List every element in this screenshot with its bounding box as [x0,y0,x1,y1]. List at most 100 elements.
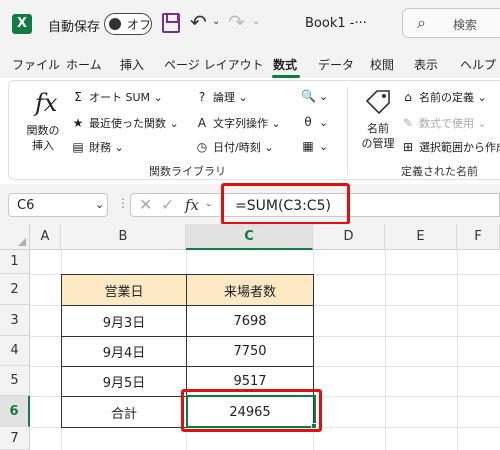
logical-button[interactable]: ? 論理 ⌄ [195,89,248,105]
total-cell-highlight-box [181,389,322,432]
search-icon: ⌕ [417,13,426,32]
row-header-2[interactable]: 2 [0,274,30,305]
column-header-f[interactable]: F [457,224,500,250]
insert-function-small-icon[interactable]: fx [185,196,199,214]
insert-function-label-1[interactable]: 関数の [25,123,61,138]
tab-data[interactable]: データ [318,56,354,73]
name-manager-label-2[interactable]: の管理 [355,136,401,151]
search-box[interactable]: ⌕ 検索 [402,8,500,38]
column-header-b[interactable]: B [61,224,186,250]
chevron-down-icon[interactable]: ⌄ [95,198,104,211]
create-from-selection-button[interactable]: ⊞ 選択範囲から作成 [401,139,500,155]
star-icon: ★ [72,116,84,130]
tab-formulas[interactable]: 数式 [273,56,297,73]
use-in-formula-icon: ✎ [402,116,414,130]
tab-home[interactable]: ホーム [66,56,102,73]
clock-icon: ◷ [196,140,208,154]
tab-review[interactable]: 校閲 [370,56,394,73]
text-icon: A [197,116,207,130]
table-cell-date[interactable]: 9月4日 [61,336,187,367]
autosave-label: 自動保存 [48,20,101,35]
use-in-formula-button[interactable]: ✎ 数式で使用 ⌄ [401,115,487,131]
cancel-icon[interactable]: ✕ [139,195,152,214]
table-cell-count[interactable]: 7750 [186,336,314,367]
math-button[interactable]: θ ⌄ [301,115,328,129]
active-tab-indicator [272,75,300,78]
row-header-3[interactable]: 3 [0,305,30,336]
autosave-toggle[interactable]: オフ [104,13,152,35]
define-name-label: 名前の定義 [419,91,474,104]
use-in-formula-label: 数式で使用 [419,117,474,130]
table-cell-date[interactable]: 9月3日 [61,305,187,337]
formula-bar-grip-icon[interactable]: ⋮ [117,196,129,210]
undo-icon[interactable]: ↶ [190,10,207,34]
recent-functions-label: 最近使った関数 [89,117,166,130]
tag-icon: ⌂ [404,90,412,104]
lookup-button[interactable]: 🔍 ⌄ [301,89,328,103]
column-header-e[interactable]: E [385,224,457,250]
row-header-1[interactable]: 1 [0,250,30,274]
column-header-d[interactable]: D [313,224,385,250]
ribbon-tabs: ファイル ホーム 挿入 ページ レイアウト 数式 データ 校閲 表示 ヘルプ [0,48,500,78]
table-cell-date[interactable]: 9月5日 [61,366,187,397]
text-label: 文字列操作 [213,117,268,130]
undo-dropdown-icon[interactable]: ⌄ [212,16,220,27]
row-header-5[interactable]: 5 [0,366,30,396]
tab-insert[interactable]: 挿入 [120,56,144,73]
table-header-cell[interactable]: 来場者数 [186,274,314,306]
define-name-button[interactable]: ⌂ 名前の定義 ⌄ [401,89,487,105]
text-button[interactable]: A 文字列操作 ⌄ [195,115,281,131]
ribbon-panel: fx 関数の 挿入 Σ オート SUM ⌄ ★ 最近使った関数 ⌄ ▤ 財務 ⌄ ? 論… [8,80,500,180]
tab-page-layout[interactable]: ページ レイアウト [164,56,264,73]
math-icon: θ [304,115,312,129]
workbook-title[interactable]: Book1 -··· [305,16,367,31]
defined-names-group-label: 定義された名前 [401,165,478,178]
finance-icon: ▤ [72,140,84,154]
insert-function-icon[interactable]: fx [35,89,57,117]
column-header-a[interactable]: A [30,224,61,250]
datetime-button[interactable]: ◷ 日付/時刻 ⌄ [195,139,274,155]
enter-icon[interactable]: ✓ [161,195,174,214]
row-header-4[interactable]: 4 [0,336,30,366]
tab-file[interactable]: ファイル [12,56,60,73]
select-all-corner[interactable] [0,224,30,250]
title-bar: X 自動保存 オフ ↶ ⌄ ↷ ⌄ Book1 -··· ⌕ 検索 [0,0,500,48]
lookup-icon: 🔍 [301,89,316,103]
insert-function-label-2[interactable]: 挿入 [25,138,61,153]
fx-chevron-down-icon[interactable]: ⌄ [205,199,213,209]
tab-help[interactable]: ヘルプ [460,56,496,73]
name-box[interactable]: C6 ⌄ [8,193,108,217]
gridline [457,250,458,450]
save-icon[interactable] [162,13,180,33]
excel-logo-icon: X [12,14,32,34]
toggle-knob [109,18,121,30]
table-cell-total-label[interactable]: 合計 [61,396,187,428]
sigma-icon: Σ [74,90,82,104]
create-from-selection-icon: ⊞ [402,140,414,154]
name-box-value: C6 [17,198,35,213]
row-header-6[interactable]: 6 [0,396,30,427]
gridline [385,250,386,450]
table-header-cell[interactable]: 営業日 [61,274,187,306]
row-header-7[interactable]: 7 [0,427,30,450]
create-from-selection-label: 選択範囲から作成 [419,141,500,154]
name-manager-label-1[interactable]: 名前 [355,121,401,136]
more-functions-icon: ▦ [302,139,314,153]
autosum-label: オート SUM [89,91,151,104]
spreadsheet-grid[interactable]: A B C D E F 1 2 3 4 5 6 7 営業日 来場者数 9月3日 … [0,224,500,450]
logical-label: 論理 [213,91,235,104]
finance-button[interactable]: ▤ 財務 ⌄ [71,139,123,155]
autosave-state: オフ [127,18,152,32]
more-functions-button[interactable]: ▦ ⌄ [301,139,328,153]
table-cell-count[interactable]: 7698 [186,305,314,337]
recent-functions-button[interactable]: ★ 最近使った関数 ⌄ [71,115,179,131]
column-header-c[interactable]: C [186,224,313,250]
name-manager-icon[interactable] [363,87,393,117]
redo-icon[interactable]: ↷ [228,10,245,34]
redo-dropdown-icon[interactable]: ⌄ [252,16,260,27]
datetime-label: 日付/時刻 [213,141,261,154]
autosum-button[interactable]: Σ オート SUM ⌄ [71,89,163,105]
finance-label: 財務 [89,141,111,154]
tab-view[interactable]: 表示 [414,56,438,73]
search-placeholder: 検索 [453,18,478,32]
